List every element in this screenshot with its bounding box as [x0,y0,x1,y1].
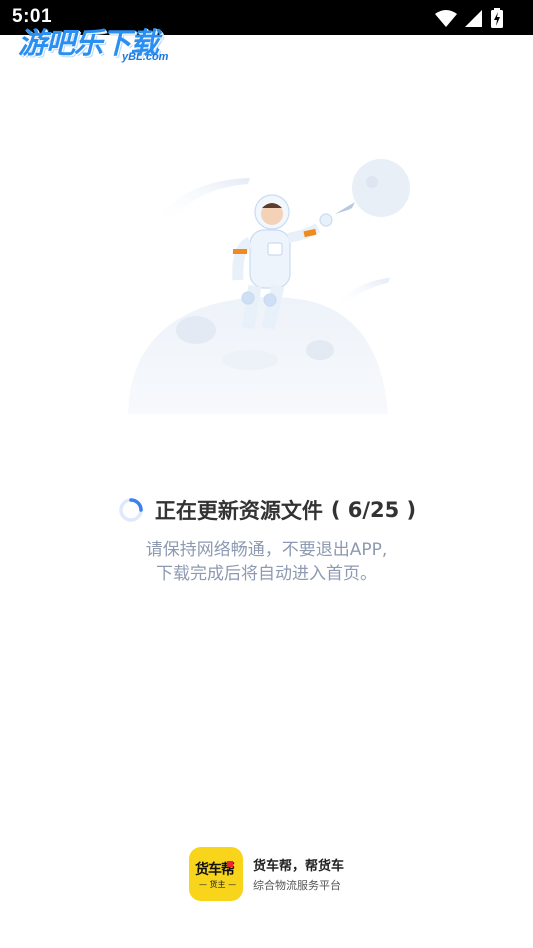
small-moon [352,159,410,217]
footer-text: 货车帮，帮货车 综合物流服务平台 [253,855,344,893]
hint-line-2: 下载完成后将自动进入首页。 [156,564,377,584]
motion-trail-left [160,178,250,225]
app-logo: 货车帮 — 货主 — [189,847,243,901]
tiny-rocket [335,202,355,214]
motion-trail-right [335,278,390,308]
watermark-logo: 游吧乐下载 yBL.com [18,20,188,66]
astronaut-illustration [128,159,410,414]
update-progress-count: ( 6/25 ) [330,498,417,522]
footer-brand: 货车帮 — 货主 — 货车帮，帮货车 综合物流服务平台 [189,846,344,902]
loading-spinner-icon [119,498,143,522]
logo-flag-icon [227,861,233,867]
update-progress: 正在更新资源文件 ( 6/25 ) [0,490,533,530]
footer-title: 货车帮，帮货车 [253,859,345,874]
status-icons [435,8,503,28]
watermark-subtitle: yBL.com [122,51,169,63]
update-hint: 请保持网络畅通，不要退出APP, 下载完成后将自动进入首页。 [0,538,533,586]
cellular-signal-icon [465,10,482,27]
battery-charging-icon [491,8,503,28]
hint-line-1: 请保持网络畅通，不要退出APP, [145,540,388,560]
update-status-text: 正在更新资源文件 [154,499,323,523]
wifi-icon [435,10,457,27]
footer-subtitle: 综合物流服务平台 [253,879,341,892]
logo-subtext: — 货主 — [199,880,237,889]
